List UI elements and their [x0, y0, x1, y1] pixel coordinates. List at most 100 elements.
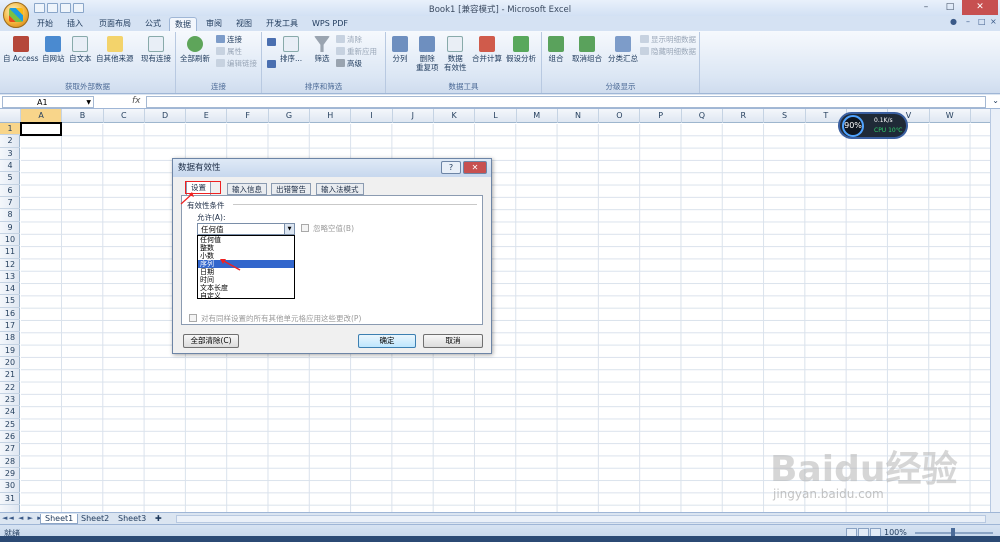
network-monitor-widget[interactable]: 90% 0.1K/s CPU 10℃: [838, 112, 908, 139]
row-header[interactable]: 25: [0, 419, 20, 431]
column-header[interactable]: O: [599, 109, 641, 123]
column-header[interactable]: J: [393, 109, 434, 123]
minimize-button[interactable]: –: [914, 0, 938, 15]
column-header[interactable]: F: [228, 109, 269, 123]
ribbon-restore-icon[interactable]: □: [978, 17, 986, 26]
what-if-button[interactable]: 假设分析: [506, 36, 536, 63]
fx-icon[interactable]: fx: [132, 96, 141, 106]
column-header[interactable]: K: [434, 109, 476, 123]
tab-insert[interactable]: 插入: [62, 17, 88, 31]
option-date[interactable]: 日期: [198, 268, 294, 276]
row-header[interactable]: 31: [0, 493, 20, 505]
select-all-corner[interactable]: [0, 109, 21, 123]
row-header[interactable]: 19: [0, 345, 20, 358]
sort-desc-button[interactable]: [267, 60, 278, 70]
row-header[interactable]: 22: [0, 382, 20, 395]
zoom-slider[interactable]: [915, 528, 993, 538]
office-button[interactable]: [3, 2, 29, 28]
horizontal-scrollbar[interactable]: [176, 515, 986, 523]
row-header[interactable]: 24: [0, 406, 20, 419]
show-detail-button[interactable]: 显示明细数据: [640, 35, 696, 45]
edit-links-button[interactable]: 编辑链接: [216, 59, 257, 69]
column-header[interactable]: B: [62, 109, 104, 123]
option-decimal[interactable]: 小数: [198, 252, 294, 260]
hide-detail-button[interactable]: 隐藏明细数据: [640, 47, 696, 57]
row-header[interactable]: 4: [0, 160, 20, 173]
tab-formulas[interactable]: 公式: [140, 17, 166, 31]
tab-developer[interactable]: 开发工具: [262, 17, 302, 31]
maximize-button[interactable]: □: [938, 0, 962, 15]
row-header[interactable]: 2: [0, 135, 20, 148]
tab-wps-pdf[interactable]: WPS PDF: [308, 17, 352, 31]
sheet-tab-2[interactable]: Sheet2: [77, 514, 113, 524]
apply-all-checkbox[interactable]: [189, 314, 197, 322]
row-header[interactable]: 23: [0, 394, 20, 407]
row-header[interactable]: 16: [0, 308, 20, 321]
row-header[interactable]: 21: [0, 369, 20, 382]
column-header[interactable]: H: [310, 109, 352, 123]
text-to-columns-button[interactable]: 分列: [392, 36, 408, 63]
help-icon[interactable]: ●: [950, 17, 957, 26]
row-header[interactable]: 10: [0, 234, 20, 247]
allow-dropdown-list[interactable]: 任何值 整数 小数 序列 日期 时间 文本长度 自定义: [197, 235, 295, 300]
filter-button[interactable]: 筛选: [314, 36, 330, 63]
row-header[interactable]: 8: [0, 209, 20, 222]
column-header[interactable]: S: [764, 109, 806, 123]
row-header[interactable]: 7: [0, 197, 20, 210]
option-whole-number[interactable]: 整数: [198, 244, 294, 252]
column-header[interactable]: C: [104, 109, 145, 123]
column-header[interactable]: D: [145, 109, 187, 123]
column-header[interactable]: N: [558, 109, 600, 123]
column-header[interactable]: Q: [682, 109, 724, 123]
column-header[interactable]: E: [186, 109, 228, 123]
connections-button[interactable]: 连接: [216, 35, 242, 45]
tab-data[interactable]: 数据: [169, 17, 197, 31]
sort-asc-button[interactable]: [267, 38, 278, 48]
close-button[interactable]: ✕: [962, 0, 998, 15]
cancel-button[interactable]: 取消: [423, 334, 483, 348]
remove-duplicates-button[interactable]: 删除 重复项: [416, 36, 439, 72]
tab-input-message[interactable]: 输入信息: [227, 183, 267, 195]
tab-home[interactable]: 开始: [32, 17, 58, 31]
clear-filter-button[interactable]: 清除: [336, 35, 362, 45]
sheet-tab-1[interactable]: Sheet1: [40, 514, 79, 524]
row-header[interactable]: 18: [0, 332, 20, 345]
row-header[interactable]: 17: [0, 320, 20, 333]
consolidate-button[interactable]: 合并计算: [472, 36, 502, 63]
ignore-blank-checkbox[interactable]: [301, 224, 309, 232]
column-header[interactable]: A: [21, 109, 63, 123]
ungroup-button[interactable]: 取消组合: [572, 36, 602, 63]
tab-review[interactable]: 审阅: [201, 17, 227, 31]
existing-connections-button[interactable]: 现有连接: [141, 36, 171, 63]
refresh-all-button[interactable]: 全部刷新: [180, 36, 210, 63]
data-validation-button[interactable]: 数据 有效性: [444, 36, 467, 72]
row-header[interactable]: 15: [0, 295, 20, 308]
from-access-button[interactable]: 自 Access: [3, 36, 39, 63]
chevron-down-icon[interactable]: ▼: [284, 224, 294, 234]
from-other-sources-button[interactable]: 自其他来源: [96, 36, 134, 63]
sort-button[interactable]: 排序...: [280, 36, 302, 63]
active-cell[interactable]: [20, 122, 62, 136]
option-text-length[interactable]: 文本长度: [198, 284, 294, 292]
row-header[interactable]: 6: [0, 185, 20, 197]
row-header[interactable]: 3: [0, 148, 20, 160]
tab-error-alert[interactable]: 出错警告: [271, 183, 311, 195]
subtotal-button[interactable]: 分类汇总: [608, 36, 638, 63]
insert-sheet-icon[interactable]: ✚: [151, 514, 166, 524]
column-header[interactable]: M: [517, 109, 558, 123]
clear-all-button[interactable]: 全部清除(C): [183, 334, 239, 348]
option-time[interactable]: 时间: [198, 276, 294, 284]
allow-select[interactable]: 任何值 ▼: [197, 223, 295, 235]
column-header[interactable]: G: [269, 109, 311, 123]
option-custom[interactable]: 自定义: [198, 292, 294, 300]
dialog-close-button[interactable]: ✕: [463, 161, 487, 174]
sheet-tab-3[interactable]: Sheet3: [114, 514, 150, 524]
row-header[interactable]: 5: [0, 172, 20, 185]
tab-view[interactable]: 视图: [231, 17, 257, 31]
expand-formula-icon[interactable]: ⌄: [992, 96, 999, 105]
tab-ime-mode[interactable]: 输入法模式: [316, 183, 364, 195]
name-box[interactable]: A1 ▼: [2, 96, 94, 108]
formula-input[interactable]: [146, 96, 986, 108]
dialog-help-button[interactable]: ?: [441, 161, 461, 174]
column-header[interactable]: R: [723, 109, 765, 123]
